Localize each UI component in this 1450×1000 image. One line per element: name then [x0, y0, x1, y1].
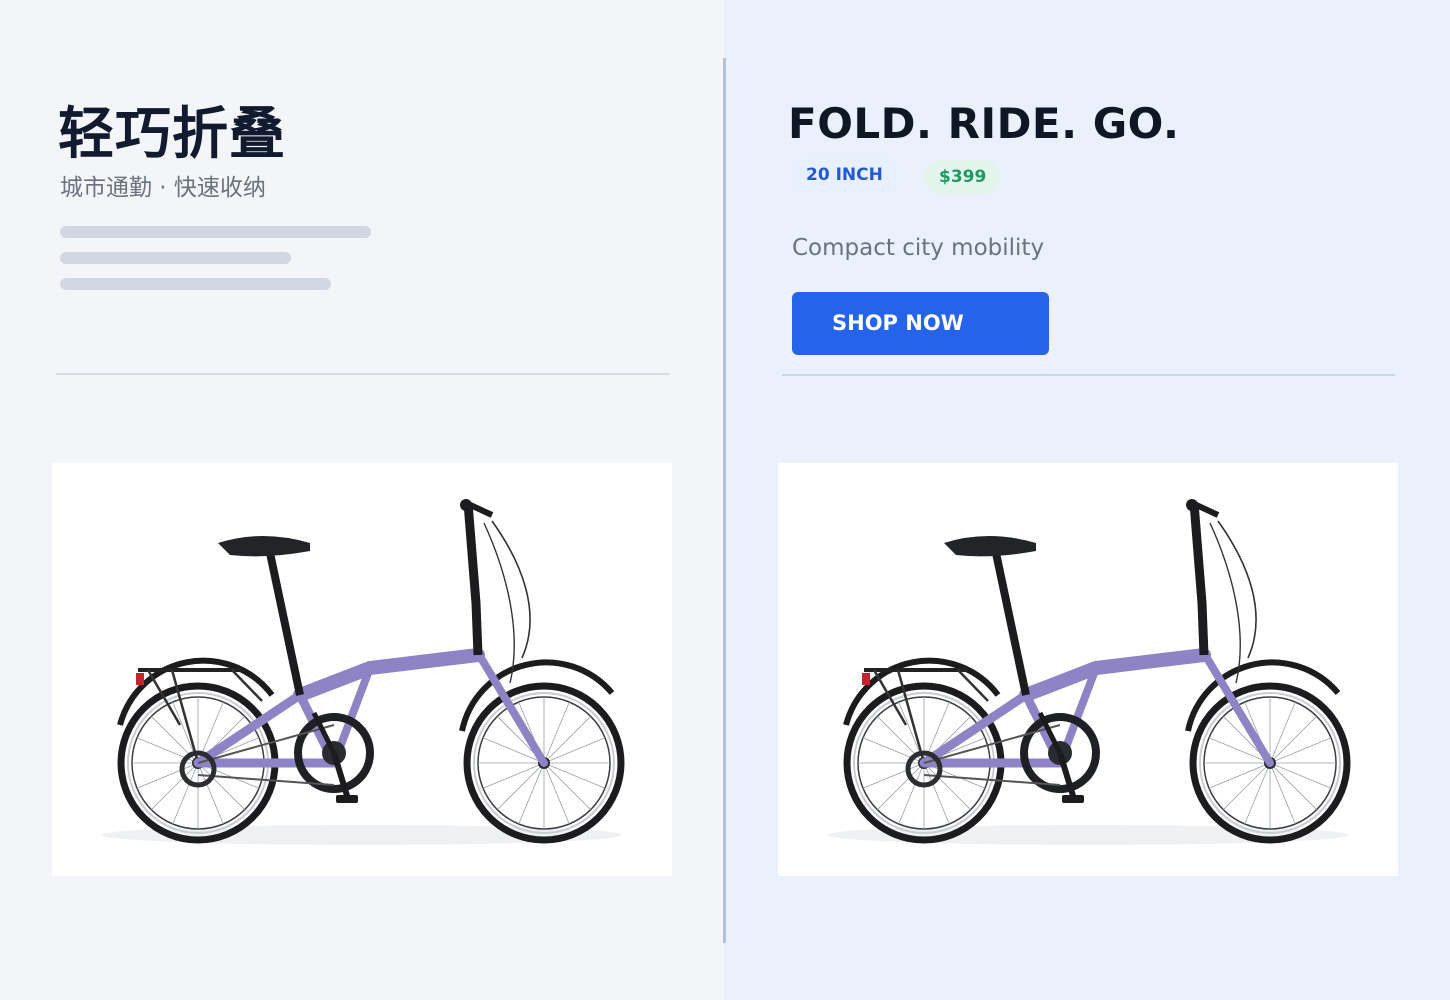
- vertical-divider: [723, 58, 726, 943]
- folding-bike-photo-icon: [828, 499, 1351, 845]
- left-title: 轻巧折叠: [58, 102, 286, 167]
- right-divider: [782, 374, 1395, 376]
- product-image-left: [52, 463, 672, 876]
- skeleton-line: [60, 252, 291, 264]
- size-badge: 20 INCH: [792, 158, 897, 192]
- tagline: Compact city mobility: [792, 235, 1045, 261]
- product-image-right: [778, 463, 1398, 876]
- right-title: FOLD. RIDE. GO.: [788, 99, 1180, 148]
- left-divider: [56, 373, 669, 375]
- price-badge: $399: [924, 160, 1002, 194]
- skeleton-line: [60, 226, 371, 238]
- left-subtitle: 城市通勤 · 快速收纳: [60, 175, 266, 201]
- folding-bike-photo-icon: [102, 499, 625, 845]
- skeleton-line: [60, 278, 331, 290]
- shop-now-button[interactable]: SHOP NOW: [792, 292, 1049, 355]
